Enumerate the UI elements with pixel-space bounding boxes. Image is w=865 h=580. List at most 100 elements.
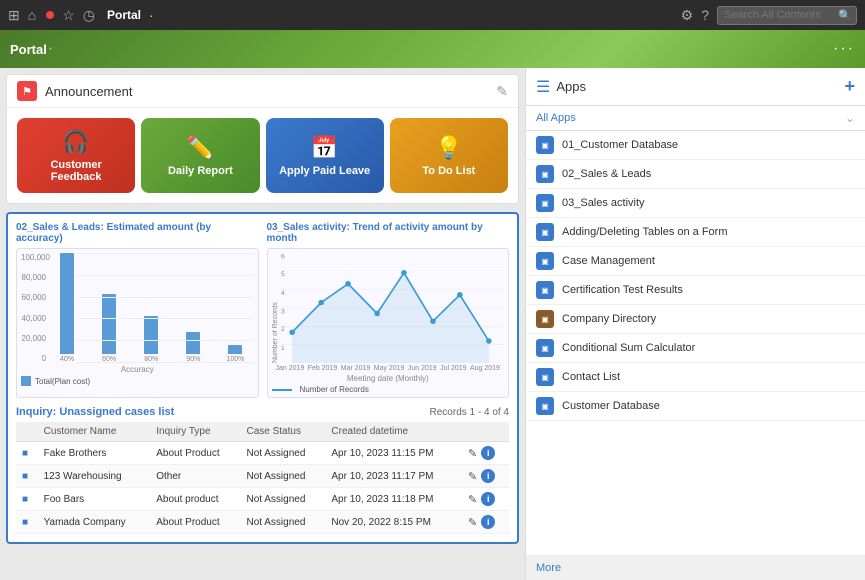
bar-x-label: Accuracy (21, 365, 254, 374)
cell-actions: ✎ i (462, 511, 509, 534)
app-list-item[interactable]: ▣ Case Management (526, 247, 865, 276)
app-list-item[interactable]: ▣ Certification Test Results (526, 276, 865, 305)
app-item-name: 01_Customer Database (562, 139, 678, 151)
app-list-item[interactable]: ▣ 01_Customer Database (526, 131, 865, 160)
line-chart-container: Number of Records (267, 248, 510, 398)
banner-more-icon[interactable]: ··· (833, 40, 855, 58)
app-item-icon: ▣ (536, 310, 554, 328)
shortcut-label-leave: Apply Paid Leave (279, 165, 370, 177)
row-record-icon: ■ (22, 494, 28, 505)
svg-text:3: 3 (281, 309, 285, 316)
edit-icon[interactable]: ✎ (468, 516, 477, 529)
legend-box-bar (21, 376, 31, 386)
app-item-name: Customer Database (562, 400, 660, 412)
shortcut-label-todo: To Do List (422, 165, 475, 177)
apps-list: ▣ 01_Customer Database ▣ 02_Sales & Lead… (526, 131, 865, 555)
cell-customer: Foo Bars (38, 488, 151, 511)
shortcut-customer-feedback[interactable]: 🎧 CustomerFeedback (17, 118, 135, 193)
app-list-item[interactable]: ▣ 03_Sales activity (526, 189, 865, 218)
app-list-item[interactable]: ▣ 02_Sales & Leads (526, 160, 865, 189)
col-customer-name (16, 422, 38, 442)
search-bar[interactable]: 🔍 (717, 6, 857, 25)
grid-icon[interactable]: ⊞ (8, 7, 20, 24)
info-icon[interactable]: i (481, 492, 495, 506)
svg-text:5: 5 (281, 271, 285, 278)
info-icon[interactable]: i (481, 469, 495, 483)
app-list-item[interactable]: ▣ Contact List (526, 363, 865, 392)
shortcut-daily-report[interactable]: ✏️ Daily Report (141, 118, 259, 193)
apps-all-label: All Apps (536, 112, 845, 124)
shortcut-apply-paid-leave[interactable]: 📅 Apply Paid Leave (266, 118, 384, 193)
line-x-label: Meeting date (Monthly) (272, 374, 505, 383)
app-item-icon: ▣ (536, 281, 554, 299)
settings-icon[interactable]: ⚙ (681, 7, 694, 24)
info-icon[interactable]: i (481, 446, 495, 460)
shortcut-todo-list[interactable]: 💡 To Do List (390, 118, 508, 193)
home-icon[interactable]: ⌂ (28, 7, 36, 23)
apps-all-row[interactable]: All Apps ⌄ (526, 106, 865, 131)
inquiry-table: Customer Name Inquiry Type Case Status C… (16, 422, 509, 534)
edit-icon[interactable]: ✎ (468, 447, 477, 460)
topbar: ⊞ ⌂ ☆ ◷ Portal · ⚙ ? 🔍 (0, 0, 865, 30)
inquiry-section: Inquiry: Unassigned cases list Records 1… (16, 406, 509, 534)
inquiry-title: Inquiry: Unassigned cases list (16, 406, 430, 418)
line-chart-title: 03_Sales activity: Trend of activity amo… (267, 222, 510, 244)
cell-case-status: Not Assigned (240, 442, 325, 465)
col-created-datetime: Created datetime (325, 422, 462, 442)
app-list-item[interactable]: ▣ Conditional Sum Calculator (526, 334, 865, 363)
cell-customer: Yamada Company (38, 511, 151, 534)
bar-100 (228, 345, 242, 354)
svg-text:1: 1 (281, 345, 285, 352)
app-list-item[interactable]: ▣ Customer Database (526, 392, 865, 421)
left-content: ⚑ Announcement ✎ 🎧 CustomerFeedback ✏️ D… (0, 68, 525, 580)
info-icon[interactable]: i (481, 515, 495, 529)
app-item-icon: ▣ (536, 368, 554, 386)
bar-chart-legend: Total(Plan cost) (21, 376, 254, 386)
inquiry-table-body: ■ Fake Brothers About Product Not Assign… (16, 442, 509, 534)
line-x-labels: Jan 2019 Feb 2019 Mar 2019 May 2019 Jun … (272, 365, 505, 372)
main-layout: ⚑ Announcement ✎ 🎧 CustomerFeedback ✏️ D… (0, 68, 865, 580)
inquiry-table-head: Customer Name Inquiry Type Case Status C… (16, 422, 509, 442)
edit-icon[interactable]: ✎ (468, 493, 477, 506)
clock-icon[interactable]: ◷ (83, 7, 95, 24)
app-item-icon: ▣ (536, 339, 554, 357)
app-item-name: Case Management (562, 255, 655, 267)
star-icon[interactable]: ☆ (62, 7, 75, 24)
inquiry-header-row: Inquiry: Unassigned cases list Records 1… (16, 406, 509, 418)
inquiry-records-count: Records 1 - 4 of 4 (430, 407, 509, 418)
shortcuts-row: 🎧 CustomerFeedback ✏️ Daily Report 📅 App… (7, 108, 518, 203)
bar-90 (186, 332, 200, 354)
app-list-item[interactable]: ▣ Company Directory (526, 305, 865, 334)
svg-text:2: 2 (281, 326, 285, 333)
bar-60 (102, 294, 116, 355)
apply-leave-icon: 📅 (311, 135, 338, 161)
bars-group: 40% 60% 80% (49, 253, 254, 363)
col-actions (462, 422, 509, 442)
line-chart-svg: 6 5 4 3 2 1 (281, 253, 505, 363)
bar-col-5: 100% (217, 253, 253, 363)
cell-inquiry-type: About Product (150, 442, 240, 465)
announcement-edit-icon[interactable]: ✎ (496, 83, 508, 100)
edit-icon[interactable]: ✎ (468, 470, 477, 483)
todo-icon: 💡 (435, 135, 462, 161)
cell-datetime: Apr 10, 2023 11:17 PM (325, 465, 462, 488)
apps-list-icon: ☰ (536, 77, 550, 97)
app-item-icon: ▣ (536, 194, 554, 212)
search-input[interactable] (724, 9, 834, 21)
apps-all-chevron-icon: ⌄ (845, 111, 855, 125)
apps-add-button[interactable]: + (844, 76, 855, 97)
right-sidebar: ☰ Apps + All Apps ⌄ ▣ 01_Customer Databa… (525, 68, 865, 580)
apps-more-link[interactable]: More (526, 555, 865, 580)
cell-customer: 123 Warehousing (38, 465, 151, 488)
app-list-item[interactable]: ▣ Adding/Deleting Tables on a Form (526, 218, 865, 247)
announcement-card: ⚑ Announcement ✎ 🎧 CustomerFeedback ✏️ D… (6, 74, 519, 204)
svg-text:6: 6 (281, 254, 285, 261)
row-icon-cell: ■ (16, 488, 38, 511)
app-item-icon: ▣ (536, 223, 554, 241)
bar-col-2: 60% (91, 253, 127, 363)
app-item-name: Adding/Deleting Tables on a Form (562, 226, 728, 238)
row-record-icon: ■ (22, 471, 28, 482)
row-record-icon: ■ (22, 517, 28, 528)
help-icon[interactable]: ? (701, 7, 709, 23)
banner-dot: · (48, 40, 53, 58)
